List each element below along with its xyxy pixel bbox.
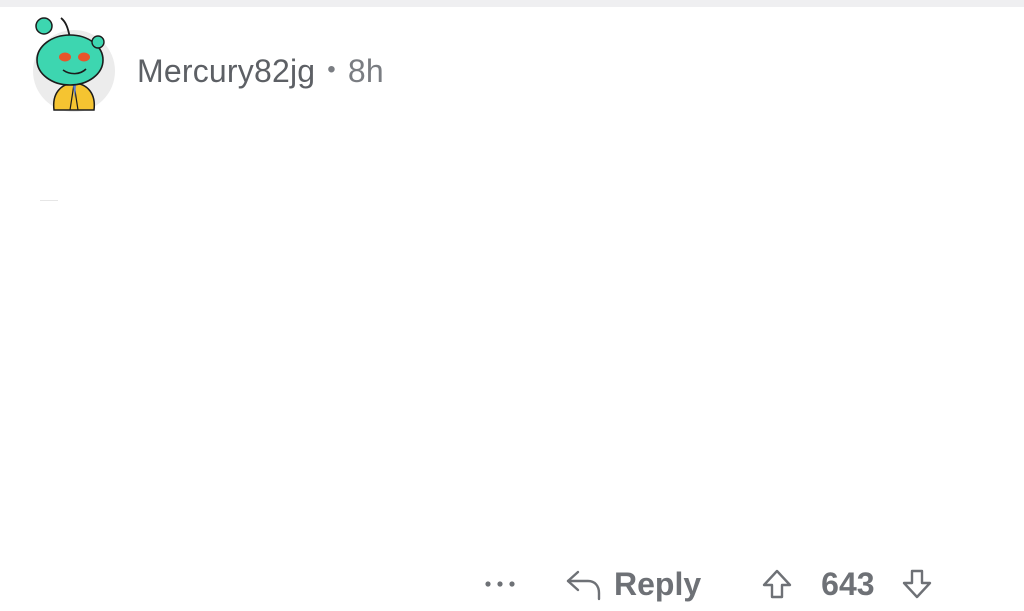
upvote-button[interactable] xyxy=(757,564,797,604)
vote-score: 643 xyxy=(821,565,875,602)
comment-header: Mercury82jg • 8h xyxy=(30,14,384,114)
reply-arrow-icon xyxy=(566,570,601,601)
reply-label: Reply xyxy=(614,565,702,602)
upvote-arrow-icon xyxy=(762,569,792,599)
comment-age: 8h xyxy=(347,52,384,89)
author-username[interactable]: Mercury82jg xyxy=(137,53,315,90)
comment-actions: Reply 643 xyxy=(480,560,937,608)
ellipsis-icon xyxy=(485,581,515,587)
downvote-button[interactable] xyxy=(897,564,937,604)
top-divider xyxy=(0,0,1024,7)
comment-meta: Mercury82jg • 8h xyxy=(137,53,384,90)
reply-button[interactable]: Reply xyxy=(564,566,701,603)
snoo-avatar-icon xyxy=(33,17,115,112)
downvote-arrow-icon xyxy=(902,569,931,599)
more-options-button[interactable] xyxy=(480,564,520,604)
faint-artifact xyxy=(40,200,58,201)
meta-separator: • xyxy=(327,56,336,83)
avatar[interactable] xyxy=(30,14,130,114)
